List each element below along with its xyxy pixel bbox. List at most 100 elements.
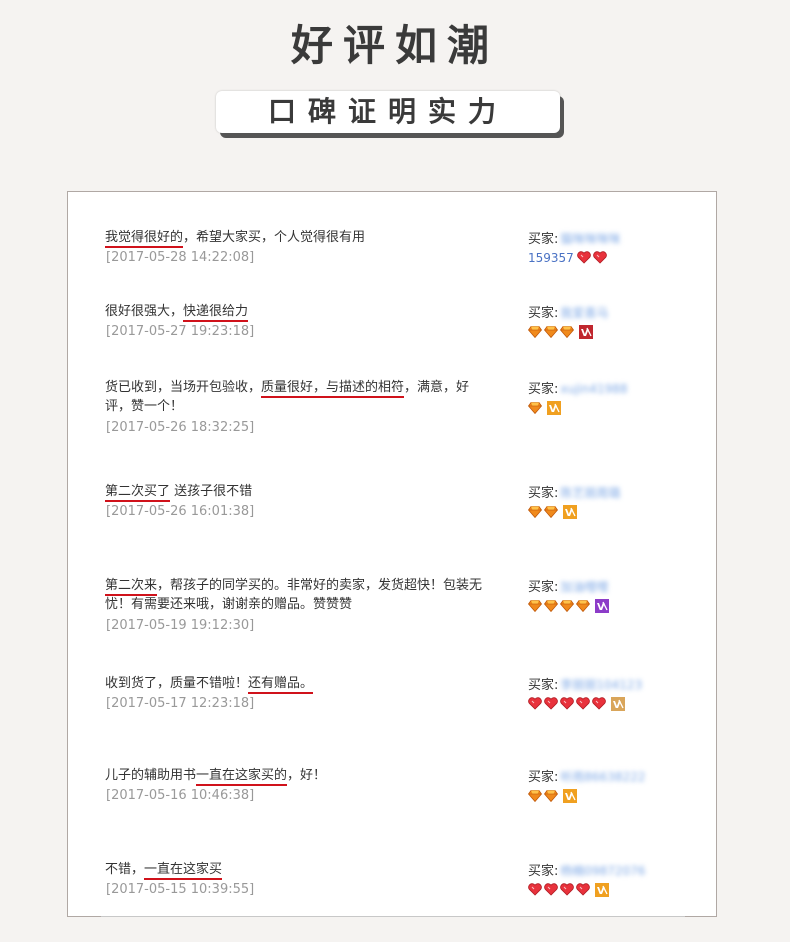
review-text: 我觉得很好的，希望大家买，个人觉得很有用 [105,228,495,248]
review-text: 儿子的辅助用书一直在这家买的，好！ [105,766,495,786]
buyer-id: 159357 [528,250,574,265]
review-phrase: 儿子的辅助用书 [105,768,197,783]
highlighted-phrase: 还有赠品。 [248,676,314,694]
vip-badge-icon: V [595,882,609,897]
heart-badge-icon [544,697,558,710]
vip-badge-icon: V [595,598,609,613]
buyer-name: 杨楠09872076 [560,864,646,878]
buyer-rank-badges: V [527,324,708,342]
buyer-name: 李丽丽104123 [560,678,643,692]
review-phrase: ，希望大家买，个人觉得很有用 [183,230,366,245]
diamond-badge-icon [527,325,543,338]
review-text: 收到货了，质量不错啦！还有赠品。 [105,674,495,694]
buyer-rank-badges: V [527,598,708,616]
review-date: [2017-05-28 14:22:08] [106,250,255,265]
buyer-label: 买家: [528,232,559,247]
heart-badge-icon [560,883,574,896]
buyer-info: 买家: 陈艺丽周璐 V [527,482,708,522]
buyer-label: 买家: [528,678,559,693]
review-text: 不错，一直在这家买 [105,860,495,880]
diamond-badge-icon [527,401,543,414]
buyer-label: 买家: [528,486,559,501]
heart-badge-icon [560,697,574,710]
heart-badge-icon [576,697,590,710]
buyer-rank-badges: V [527,400,708,418]
buyer-rank-badges: V [527,788,708,806]
buyer-name: 听雨86638222 [560,770,646,784]
review-date: [2017-05-26 16:01:38] [106,504,255,519]
buyer-rank-badges: 159357 [528,250,708,268]
highlighted-phrase: 一直在这家买 [144,862,223,880]
buyer-name: 猫咪咪咪咪 [560,232,621,246]
review-phrase: 货已收到，当场开包验收， [105,380,262,395]
highlighted-phrase: 一直在这家买的 [196,768,288,786]
review-date: [2017-05-27 19:23:18] [106,324,255,339]
buyer-info: 买家: 听雨86638222 V [527,766,708,806]
diamond-badge-icon [527,789,543,802]
review-date: [2017-05-16 10:46:38] [106,788,255,803]
diamond-badge-icon [543,325,559,338]
buyer-label: 买家: [528,382,559,397]
highlighted-phrase: 我觉得很好的 [105,230,184,248]
review-phrase: 很好很强大， [105,304,184,319]
diamond-badge-icon [527,599,543,612]
buyer-info: 买家: 加油哩哩 V [527,576,708,616]
review-phrase: ，好！ [287,768,327,783]
heart-badge-icon [593,251,607,264]
buyer-name: 我爱喜马 [560,306,609,320]
diamond-badge-icon [575,599,591,612]
buyer-name: 加油哩哩 [560,580,609,594]
heart-badge-icon [592,697,606,710]
heart-badge-icon [577,251,591,264]
heart-badge-icon [528,883,542,896]
heart-badge-icon [544,883,558,896]
review-text: 第二次来，帮孩子的同学买的。非常好的卖家，发货超快！包装无忧！有需要还来哦，谢谢… [105,576,495,614]
buyer-name: xujin41988 [560,382,628,396]
buyer-label: 买家: [528,580,559,595]
heart-badge-icon [528,697,542,710]
highlighted-phrase: 第二次买了 [105,484,171,502]
buyer-label: 买家: [528,864,559,879]
review-date: [2017-05-17 12:23:18] [106,696,255,711]
diamond-badge-icon [559,325,575,338]
highlighted-phrase: 质量很好，与描述的相符 [261,380,405,398]
vip-badge-icon: V [563,504,577,519]
page-title: 好评如潮 [290,21,499,70]
review-date: [2017-05-15 10:39:55] [106,882,255,897]
review-text: 第二次买了 送孩子很不错 [105,482,495,502]
buyer-label: 买家: [528,306,559,321]
vip-badge-icon: V [611,696,625,711]
buyer-rank-badges: V [528,882,708,900]
review-phrase: ，帮孩子的同学买的。非常好的卖家，发货超快！包装无忧！有需要还来哦，谢谢亲的赠品… [105,578,483,612]
buyer-label: 买家: [528,770,559,785]
buyer-info: 买家: 猫咪咪咪咪 159357 [528,228,708,268]
divider [101,916,685,917]
buyer-rank-badges: V [527,504,708,522]
review-text: 货已收到，当场开包验收，质量很好，与描述的相符，满意，好评，赞一个！ [105,378,495,416]
review-phrase: 收到货了，质量不错啦！ [105,676,249,691]
highlighted-phrase: 第二次来 [105,578,158,596]
buyer-info: 买家: xujin41988 V [527,378,708,418]
review-phrase: 送孩子很不错 [170,484,253,499]
vip-badge-icon: V [563,788,577,803]
review-date: [2017-05-26 18:32:25] [106,420,255,435]
vip-badge-icon: V [579,324,593,339]
diamond-badge-icon [543,789,559,802]
highlighted-phrase: 快递很给力 [183,304,249,322]
reviews-card: 我觉得很好的，希望大家买，个人觉得很有用 [2017-05-28 14:22:08… [67,191,717,917]
vip-badge-icon: V [547,400,561,415]
diamond-badge-icon [543,505,559,518]
diamond-badge-icon [527,505,543,518]
buyer-rank-badges: V [528,696,708,714]
buyer-info: 买家: 杨楠09872076 V [528,860,708,900]
review-phrase: 不错， [105,862,145,877]
buyer-info: 买家: 我爱喜马 V [527,302,708,342]
diamond-badge-icon [543,599,559,612]
review-date: [2017-05-19 19:12:30] [106,618,255,633]
buyer-name: 陈艺丽周璐 [560,486,621,500]
subtitle-banner: 口碑证明实力 [216,91,560,133]
review-text: 很好很强大，快递很给力 [105,302,495,322]
buyer-info: 买家: 李丽丽104123 V [528,674,708,714]
diamond-badge-icon [559,599,575,612]
heart-badge-icon [576,883,590,896]
